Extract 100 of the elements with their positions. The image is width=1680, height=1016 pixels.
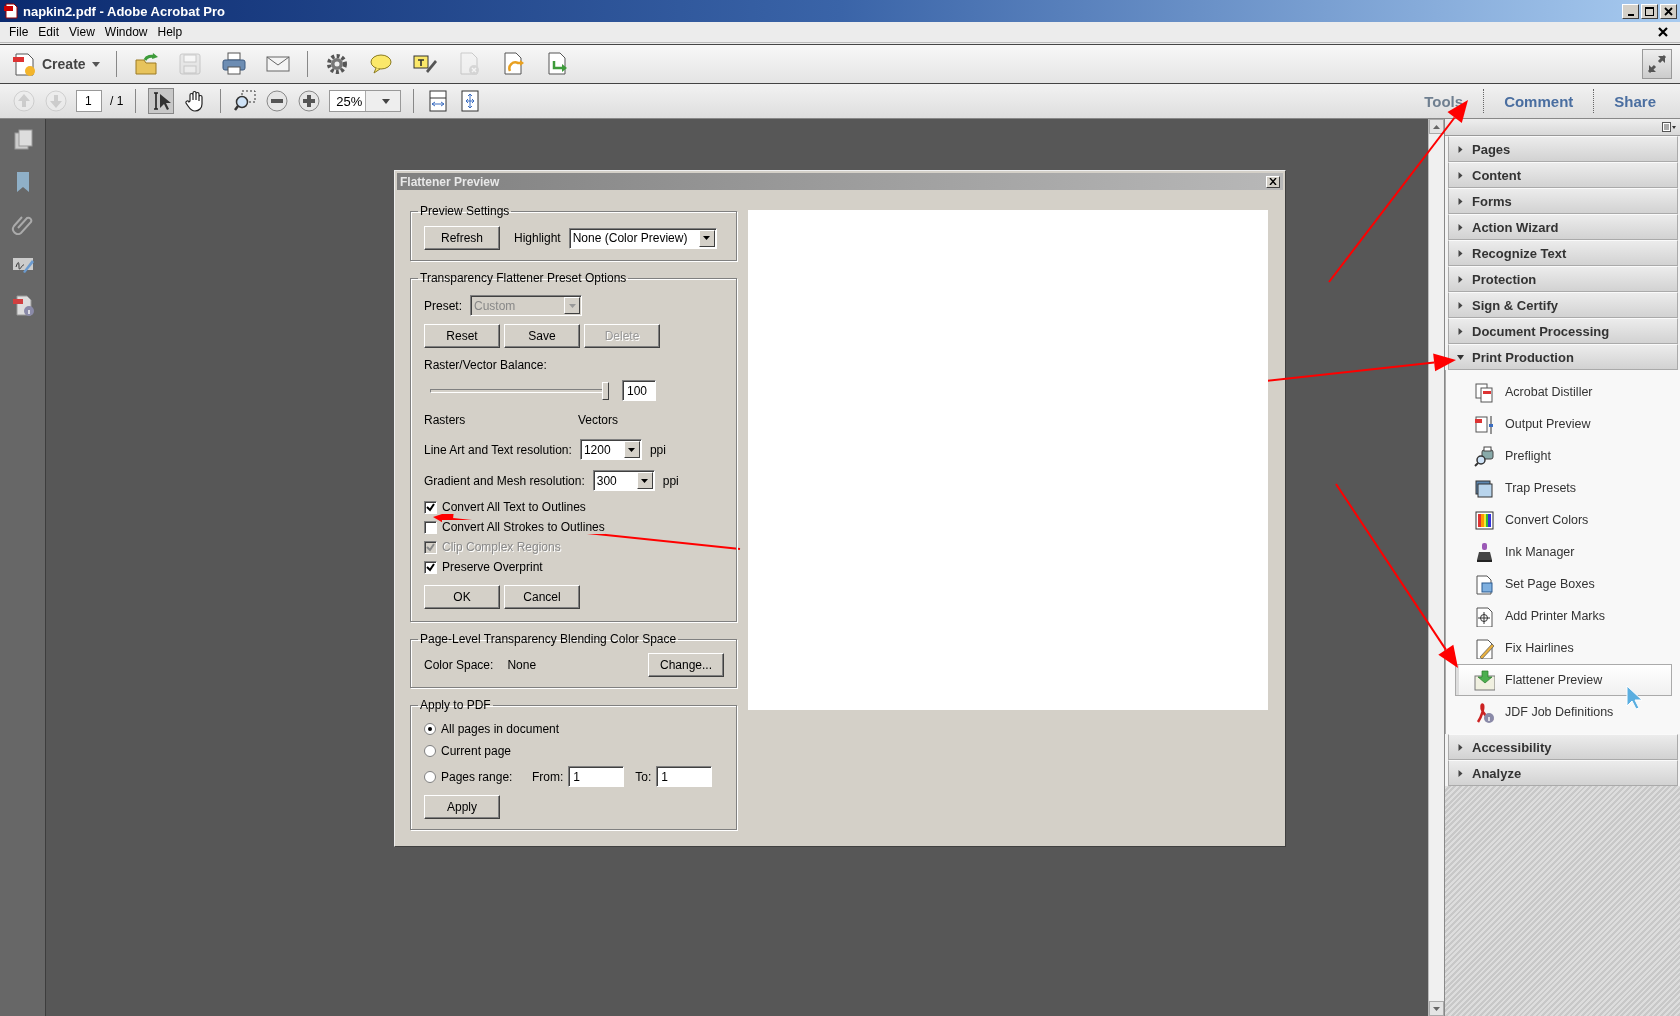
field-label: Raster/Vector Balance:: [424, 358, 548, 372]
close-icon[interactable]: [1658, 27, 1668, 37]
panel-section-header[interactable]: Analyze: [1448, 760, 1678, 786]
window-title: napkin2.pdf - Adobe Acrobat Pro: [23, 3, 226, 19]
panel-section-header[interactable]: Protection: [1448, 266, 1678, 292]
close-icon: [1269, 178, 1277, 185]
dialog-button[interactable]: Reset: [424, 324, 500, 348]
radio-button[interactable]: [424, 745, 436, 757]
mouse-cursor-icon: [1626, 685, 1643, 710]
panel-tab[interactable]: Comment: [1492, 87, 1586, 115]
panel-section-header[interactable]: Sign & Certify: [1448, 292, 1678, 318]
page-number-field[interactable]: 1: [76, 90, 102, 112]
full-screen-button[interactable]: [1642, 49, 1672, 79]
check-icon: [426, 502, 435, 512]
panel-section-header[interactable]: Action Wizard: [1448, 214, 1678, 240]
field-label: Gradient and Mesh resolution:: [424, 473, 585, 488]
printer-icon[interactable]: [220, 51, 247, 77]
checkbox[interactable]: [424, 560, 437, 574]
pdf-document-icon: [3, 3, 19, 19]
menu-item[interactable]: File: [4, 25, 34, 39]
stacked-squares-icon: [1474, 477, 1495, 499]
radio-label: All pages in document: [441, 722, 560, 736]
cancel-button[interactable]: Cancel: [504, 585, 580, 609]
open-folder-icon[interactable]: [132, 51, 159, 77]
tool-item[interactable]: Add Printer Marks: [1455, 600, 1672, 632]
documents-icon: [1474, 381, 1495, 403]
panel-tab[interactable]: Share: [1602, 87, 1668, 115]
tool-item[interactable]: Preflight: [1455, 440, 1672, 472]
zoom-marquee-icon[interactable]: [233, 89, 258, 113]
group-title: Page-Level Transparency Blending Color Space: [419, 632, 678, 646]
tool-item[interactable]: JDF Job Definitions: [1455, 696, 1672, 728]
tool-item[interactable]: Ink Manager: [1455, 536, 1672, 568]
panel-section-header[interactable]: Recognize Text: [1448, 240, 1678, 266]
caret-icon: [568, 303, 576, 308]
minimize-button[interactable]: [1622, 3, 1639, 19]
to-input-field[interactable]: 1: [656, 766, 713, 787]
menu-item[interactable]: Help: [152, 25, 188, 39]
document-info-icon[interactable]: [10, 293, 35, 317]
scrollbar[interactable]: [1428, 119, 1444, 1016]
checkbox-label: Preserve Overprint: [442, 560, 543, 574]
radio-button[interactable]: [424, 770, 436, 783]
refresh-button[interactable]: Refresh: [424, 226, 500, 250]
menu-item[interactable]: View: [64, 25, 100, 39]
panel-section-header[interactable]: Accessibility: [1448, 734, 1678, 760]
panel-section-header[interactable]: Print Production: [1448, 344, 1678, 370]
zoom-in-icon[interactable]: [297, 89, 322, 113]
menu-item[interactable]: Edit: [33, 25, 65, 39]
from-input-field[interactable]: 1: [568, 766, 625, 787]
ok-button[interactable]: OK: [424, 585, 500, 609]
balance-input-field[interactable]: 100: [622, 380, 656, 401]
document-crop-icon: [1474, 573, 1495, 595]
group-title: Transparency Flattener Preset Options: [419, 271, 628, 285]
tool-item[interactable]: Flattener Preview: [1455, 664, 1672, 696]
maximize-button[interactable]: [1641, 3, 1658, 19]
document-pencil-icon: [1474, 637, 1495, 659]
tool-item[interactable]: Set Page Boxes: [1455, 568, 1672, 600]
panel-section-header[interactable]: Content: [1448, 162, 1678, 188]
tool-item[interactable]: Trap Presets: [1455, 472, 1672, 504]
zoom-dropdown[interactable]: 25%: [329, 90, 402, 112]
radio-label: Current page: [441, 744, 512, 758]
checkbox[interactable]: [424, 500, 437, 514]
page-count: / 1: [110, 94, 124, 108]
highlight-dropdown[interactable]: None (Color Preview): [568, 227, 717, 249]
field-label: Preset:: [424, 298, 462, 313]
document-star-icon: [12, 51, 36, 77]
field-label: To:: [635, 769, 652, 784]
list-menu-icon[interactable]: [1662, 122, 1676, 132]
create-button[interactable]: Create: [8, 49, 104, 79]
resolution-dropdown[interactable]: 1200: [579, 439, 642, 460]
group-title: Apply to PDF: [419, 698, 492, 712]
panel-section-header[interactable]: Document Processing: [1448, 318, 1678, 344]
document-crosshair-icon: [1474, 605, 1495, 627]
zoom-out-icon[interactable]: [265, 89, 290, 113]
speech-bubble-icon[interactable]: [367, 51, 394, 77]
select-cursor-tool-button[interactable]: [148, 88, 175, 114]
radio-button[interactable]: [424, 723, 436, 735]
slider-thumb[interactable]: [602, 381, 609, 400]
resolution-dropdown[interactable]: 300: [592, 470, 655, 491]
tool-item[interactable]: Fix Hairlines: [1455, 632, 1672, 664]
slider-label: Vectors: [578, 413, 619, 427]
change-button[interactable]: Change...: [648, 653, 724, 677]
checkbox[interactable]: [424, 520, 437, 534]
tool-item[interactable]: Convert Colors: [1455, 504, 1672, 536]
panel-section-header[interactable]: Forms: [1448, 188, 1678, 214]
checkbox-label: Convert All Text to Outlines: [442, 500, 586, 514]
close-button[interactable]: [1266, 175, 1280, 188]
apply-button[interactable]: Apply: [424, 795, 500, 819]
dialog-button[interactable]: Save: [504, 324, 580, 348]
tool-item[interactable]: Output Preview: [1455, 408, 1672, 440]
checkbox-label: Clip Complex Regions: [442, 540, 561, 554]
tool-item[interactable]: Acrobat Distiller: [1455, 376, 1672, 408]
acrobat-info-icon: [1474, 701, 1495, 723]
close-icon: [1664, 6, 1673, 16]
unit-label: ppi: [649, 442, 666, 457]
close-button[interactable]: [1660, 3, 1677, 19]
panel-section-header[interactable]: Pages: [1448, 136, 1678, 162]
menu-item[interactable]: Window: [99, 25, 153, 39]
scroll-up-icon: [1433, 124, 1440, 129]
caret-icon: [628, 447, 636, 452]
document-slider-icon: [1474, 413, 1495, 435]
